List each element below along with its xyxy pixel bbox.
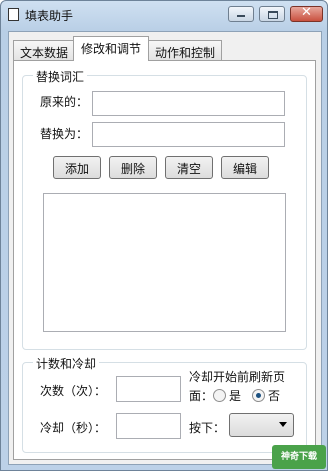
- original-label: 原来的：: [40, 95, 89, 109]
- chevron-down-icon: [279, 422, 287, 427]
- maximize-button[interactable]: [259, 6, 285, 22]
- close-button[interactable]: ✕: [290, 5, 323, 22]
- minimize-button[interactable]: [228, 6, 254, 22]
- count-cooldown-title: 计数和冷却: [33, 355, 100, 372]
- count-input[interactable]: [116, 376, 181, 402]
- client-area: 文本数据 修改和调节 动作和控制 替换词汇 原来的： 替换为： 添加 删除 清空…: [8, 31, 322, 465]
- refresh-before-cooldown-label: 冷却开始前刷新页: [189, 370, 286, 384]
- app-window: 填表助手 ✕ 文本数据 修改和调节 动作和控制 替换词汇 原来的： 替换为： 添…: [0, 0, 328, 471]
- replace-list[interactable]: [43, 193, 286, 332]
- window-title: 填表助手: [25, 9, 74, 23]
- radio-no[interactable]: [252, 389, 265, 402]
- delete-button[interactable]: 删除: [109, 156, 157, 179]
- minimize-icon: [237, 15, 245, 17]
- title-bar[interactable]: 填表助手 ✕: [1, 1, 327, 29]
- cooldown-label: 冷却（秒）：: [40, 421, 107, 435]
- add-button[interactable]: 添加: [53, 156, 101, 179]
- app-icon: [8, 8, 19, 21]
- original-input[interactable]: [92, 91, 285, 116]
- count-label: 次数（次）：: [40, 384, 107, 398]
- radio-no-label: 否: [268, 389, 281, 403]
- replace-words-title: 替换词汇: [33, 68, 88, 85]
- replace-with-label: 替换为：: [40, 127, 89, 141]
- tab-modify-adjust[interactable]: 修改和调节: [73, 36, 149, 61]
- edit-button[interactable]: 编辑: [221, 156, 269, 179]
- radio-yes-label: 是: [229, 389, 242, 403]
- watermark-logo: 神奇下载: [272, 445, 326, 469]
- replace-words-group: 替换词汇 原来的： 替换为： 添加 删除 清空 编辑: [22, 68, 307, 350]
- cooldown-input[interactable]: [116, 413, 181, 439]
- replace-with-input[interactable]: [92, 122, 285, 147]
- radio-yes[interactable]: [213, 389, 226, 402]
- tab-action-control[interactable]: 动作和控制: [148, 40, 222, 60]
- count-cooldown-group: 计数和冷却 次数（次）： 冷却（秒）： 冷却开始前刷新页 面： 是 否 按下：: [22, 355, 307, 453]
- tab-panel: 替换词汇 原来的： 替换为： 添加 删除 清空 编辑 计数和冷却 次数（次）： …: [13, 60, 316, 460]
- tab-text-data[interactable]: 文本数据: [13, 40, 75, 60]
- maximize-icon: [268, 11, 278, 19]
- refresh-label-continued: 面：: [189, 389, 214, 403]
- clear-button[interactable]: 清空: [165, 156, 213, 179]
- press-key-dropdown[interactable]: [229, 413, 294, 437]
- press-label: 按下：: [189, 421, 226, 435]
- close-icon: ✕: [301, 5, 312, 20]
